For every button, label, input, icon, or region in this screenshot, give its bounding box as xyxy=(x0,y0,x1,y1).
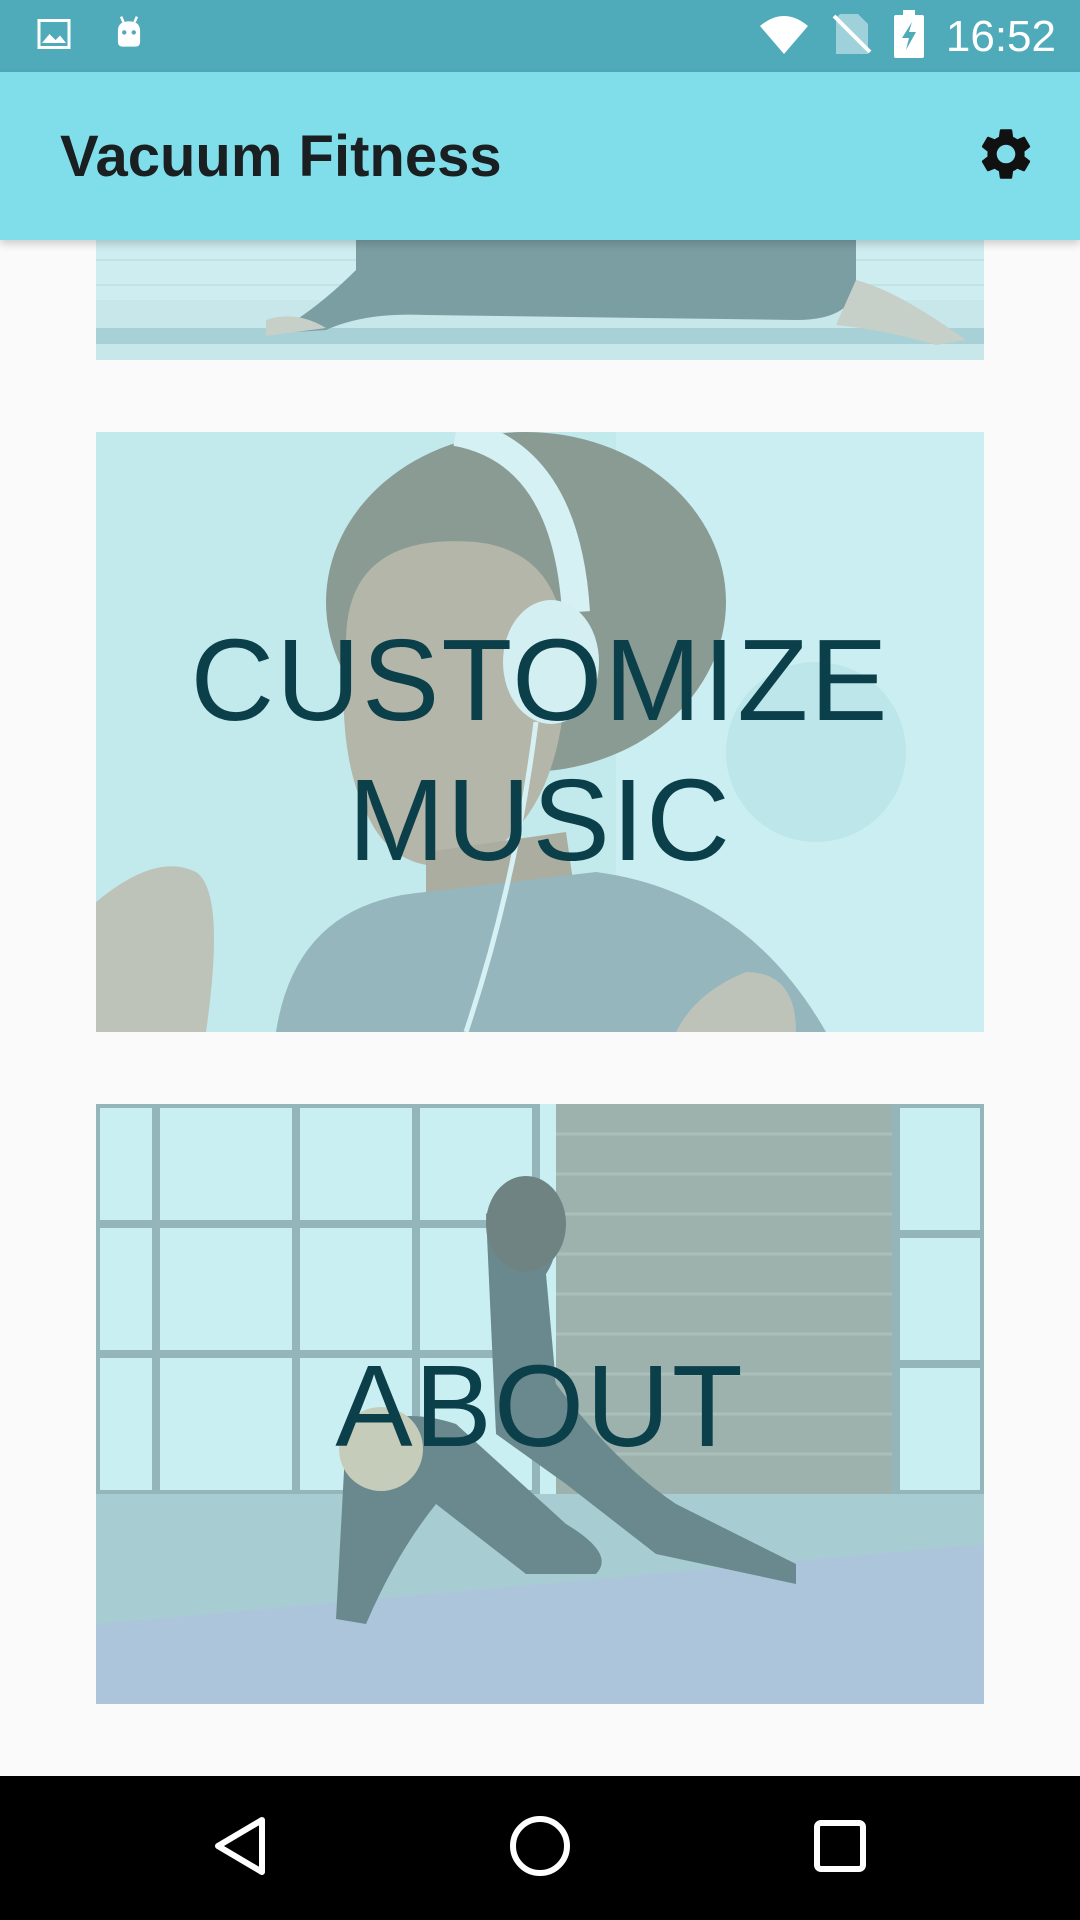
app-bar: Vacuum Fitness xyxy=(0,72,1080,240)
home-icon xyxy=(508,1814,572,1883)
menu-card-about[interactable]: ABOUT xyxy=(96,1104,984,1704)
back-button[interactable] xyxy=(204,1812,276,1884)
navigation-bar xyxy=(0,1776,1080,1920)
menu-card-workout[interactable] xyxy=(96,240,984,360)
home-button[interactable] xyxy=(504,1812,576,1884)
back-icon xyxy=(210,1814,270,1883)
menu-list[interactable]: CUSTOMIZE MUSIC ABOUT xyxy=(0,240,1080,1776)
menu-card-customize-music[interactable]: CUSTOMIZE MUSIC xyxy=(96,432,984,1032)
android-icon xyxy=(110,14,148,59)
recents-button[interactable] xyxy=(804,1812,876,1884)
customize-music-label: CUSTOMIZE MUSIC xyxy=(190,615,890,885)
app-title: Vacuum Fitness xyxy=(60,124,502,189)
image-icon xyxy=(36,16,72,57)
gear-icon xyxy=(975,123,1037,190)
about-label: ABOUT xyxy=(335,1341,745,1471)
no-sim-icon xyxy=(832,12,872,61)
battery-charging-icon xyxy=(893,10,924,63)
status-time: 16:52 xyxy=(945,11,1056,61)
status-bar: 16:52 xyxy=(0,0,1080,72)
settings-button[interactable] xyxy=(970,120,1042,192)
wifi-icon xyxy=(758,12,810,61)
recents-icon xyxy=(812,1818,868,1879)
